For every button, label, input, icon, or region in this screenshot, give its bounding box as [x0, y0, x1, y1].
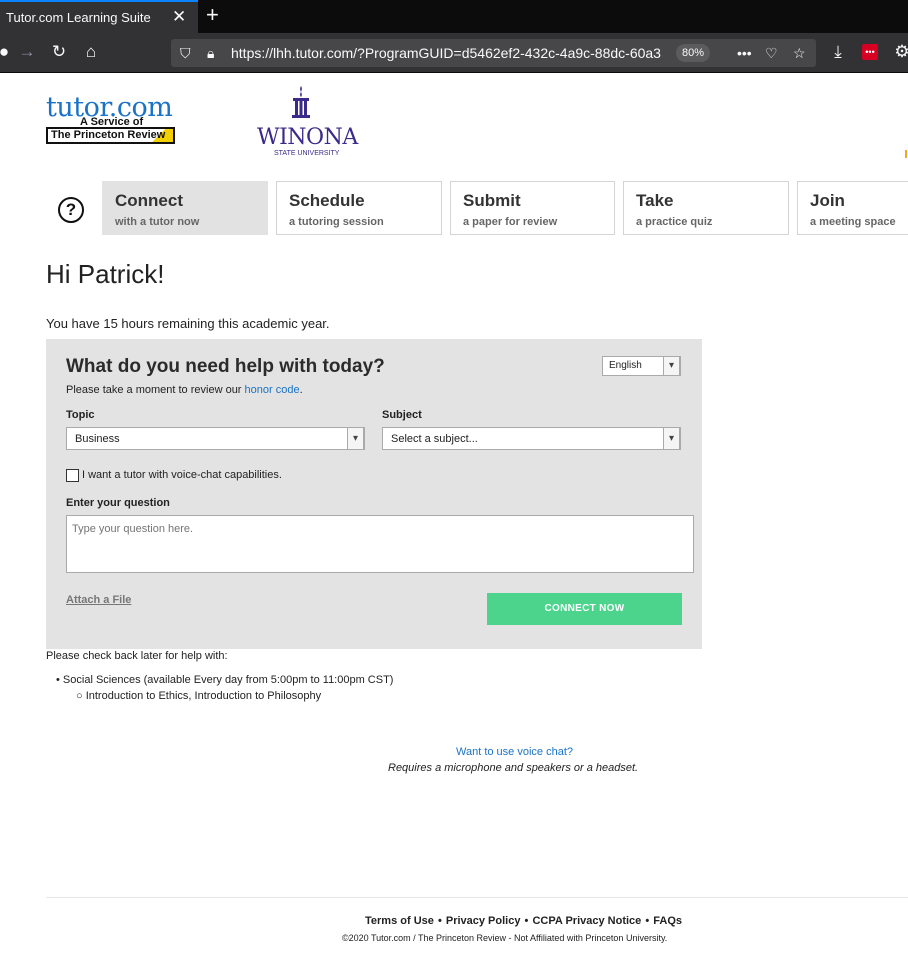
lock-icon[interactable]: 🔒︎ — [207, 44, 214, 62]
forward-icon[interactable]: → — [17, 42, 37, 62]
zoom-level[interactable]: 80% — [676, 44, 711, 62]
footer-links: Terms of Use • Privacy Policy • CCPA Pri… — [365, 915, 682, 927]
winona-logo-sub: STATE UNIVERSITY — [274, 150, 340, 157]
subject-label: Subject — [382, 409, 422, 421]
availability-subitem-text: Introduction to Ethics, Introduction to … — [85, 690, 322, 702]
home-icon[interactable]: ⌂ — [81, 42, 101, 62]
subject-select[interactable]: Select a subject... ▾ — [382, 427, 681, 450]
tab-submit[interactable]: Submit a paper for review — [450, 181, 615, 235]
download-icon[interactable]: ⤓ — [828, 42, 848, 62]
tab-join-title: Join — [810, 191, 845, 210]
bookmark-star-icon[interactable]: ☆ — [793, 44, 806, 62]
honor-code-text: Please take a moment to review our honor… — [66, 384, 303, 396]
availability-intro: Please check back later for help with: — [46, 650, 228, 662]
browser-tab-bar: Tutor.com Learning Suite ✕ + — [0, 0, 908, 33]
language-select[interactable]: English ▾ — [602, 356, 681, 376]
footer-separator: • — [437, 915, 442, 927]
page-actions-icon[interactable]: ••• — [737, 44, 752, 62]
topic-value: Business — [75, 433, 120, 445]
availability-item-text: Social Sciences (available Every day fro… — [62, 674, 394, 686]
tab-join-sub: a meeting space — [810, 216, 896, 228]
footer-separator: • — [524, 915, 529, 927]
tab-take-title: Take — [636, 191, 674, 210]
tab-connect-title: Connect — [115, 191, 183, 210]
winona-logo-text: WINONA — [257, 125, 358, 150]
ccpa-link[interactable]: CCPA Privacy Notice — [532, 915, 641, 927]
page-title: Hi Patrick! — [46, 259, 165, 289]
honor-code-link[interactable]: honor code — [245, 384, 300, 396]
help-request-panel: What do you need help with today? Englis… — [46, 339, 702, 649]
settings-gear-icon[interactable]: ⚙ — [892, 42, 908, 62]
question-label: Enter your question — [66, 497, 170, 509]
availability-item: • Social Sciences (available Every day f… — [56, 674, 394, 686]
tab-schedule-sub: a tutoring session — [289, 216, 384, 228]
tab-take-sub: a practice quiz — [636, 216, 713, 228]
terms-link[interactable]: Terms of Use — [365, 915, 434, 927]
language-value: English — [609, 360, 642, 371]
princeton-review-logo: The Princeton Review — [46, 127, 175, 144]
voice-chat-label[interactable]: I want a tutor with voice-chat capabilit… — [82, 469, 282, 481]
browser-toolbar: ● → ↻ ⌂ ⛉ 🔒︎ https://lhh.tutor.com/?Prog… — [0, 33, 908, 73]
voice-chat-checkbox[interactable] — [66, 469, 79, 482]
availability-subitem: ○ Introduction to Ethics, Introduction t… — [76, 690, 322, 702]
pocket-icon[interactable]: ♡ — [765, 44, 778, 62]
edge-marker — [905, 150, 907, 158]
tab-join[interactable]: Join a meeting space — [797, 181, 908, 235]
browser-tab[interactable]: Tutor.com Learning Suite ✕ — [0, 0, 198, 33]
attach-file-link[interactable]: Attach a File — [66, 594, 131, 606]
tab-submit-title: Submit — [463, 191, 521, 210]
panel-title: What do you need help with today? — [66, 356, 385, 377]
tab-connect-sub: with a tutor now — [115, 216, 200, 228]
tab-schedule-title: Schedule — [289, 191, 365, 210]
voice-chat-note: Requires a microphone and speakers or a … — [388, 762, 639, 774]
tab-connect[interactable]: Connect with a tutor now — [102, 181, 268, 235]
footer-separator: • — [645, 915, 650, 927]
shield-icon[interactable]: ⛉ — [180, 44, 191, 62]
topic-label: Topic — [66, 409, 95, 421]
tab-submit-sub: a paper for review — [463, 216, 558, 228]
tab-title: Tutor.com Learning Suite — [6, 10, 151, 25]
reload-icon[interactable]: ↻ — [49, 42, 69, 62]
close-tab-icon[interactable]: ✕ — [172, 7, 186, 27]
copyright: ©2020 Tutor.com / The Princeton Review -… — [342, 933, 668, 943]
connect-now-button[interactable]: CONNECT NOW — [487, 593, 682, 625]
tab-take[interactable]: Take a practice quiz — [623, 181, 789, 235]
faqs-link[interactable]: FAQs — [653, 915, 682, 927]
address-bar[interactable]: ⛉ 🔒︎ https://lhh.tutor.com/?ProgramGUID=… — [171, 39, 816, 67]
honor-suffix: . — [299, 384, 303, 396]
new-tab-icon[interactable]: + — [206, 3, 219, 27]
voice-chat-link[interactable]: Want to use voice chat? — [456, 746, 573, 758]
chevron-down-icon: ▾ — [663, 427, 680, 450]
privacy-link[interactable]: Privacy Policy — [446, 915, 521, 927]
topic-select[interactable]: Business ▾ — [66, 427, 365, 450]
back-icon[interactable]: ● — [0, 42, 14, 62]
extension-icon[interactable]: ••• — [862, 44, 878, 60]
footer-divider — [46, 897, 908, 898]
honor-prefix: Please take a moment to review our — [66, 384, 245, 396]
help-icon[interactable]: ? — [58, 197, 84, 223]
question-input[interactable] — [66, 515, 694, 573]
hours-remaining: You have 15 hours remaining this academi… — [46, 316, 330, 331]
tab-schedule[interactable]: Schedule a tutoring session — [276, 181, 442, 235]
subject-value: Select a subject... — [391, 433, 478, 445]
chevron-down-icon: ▾ — [663, 356, 680, 376]
winona-crest-icon — [292, 86, 310, 118]
url-text[interactable]: https://lhh.tutor.com/?ProgramGUID=d5462… — [231, 45, 671, 61]
chevron-down-icon: ▾ — [347, 427, 364, 450]
